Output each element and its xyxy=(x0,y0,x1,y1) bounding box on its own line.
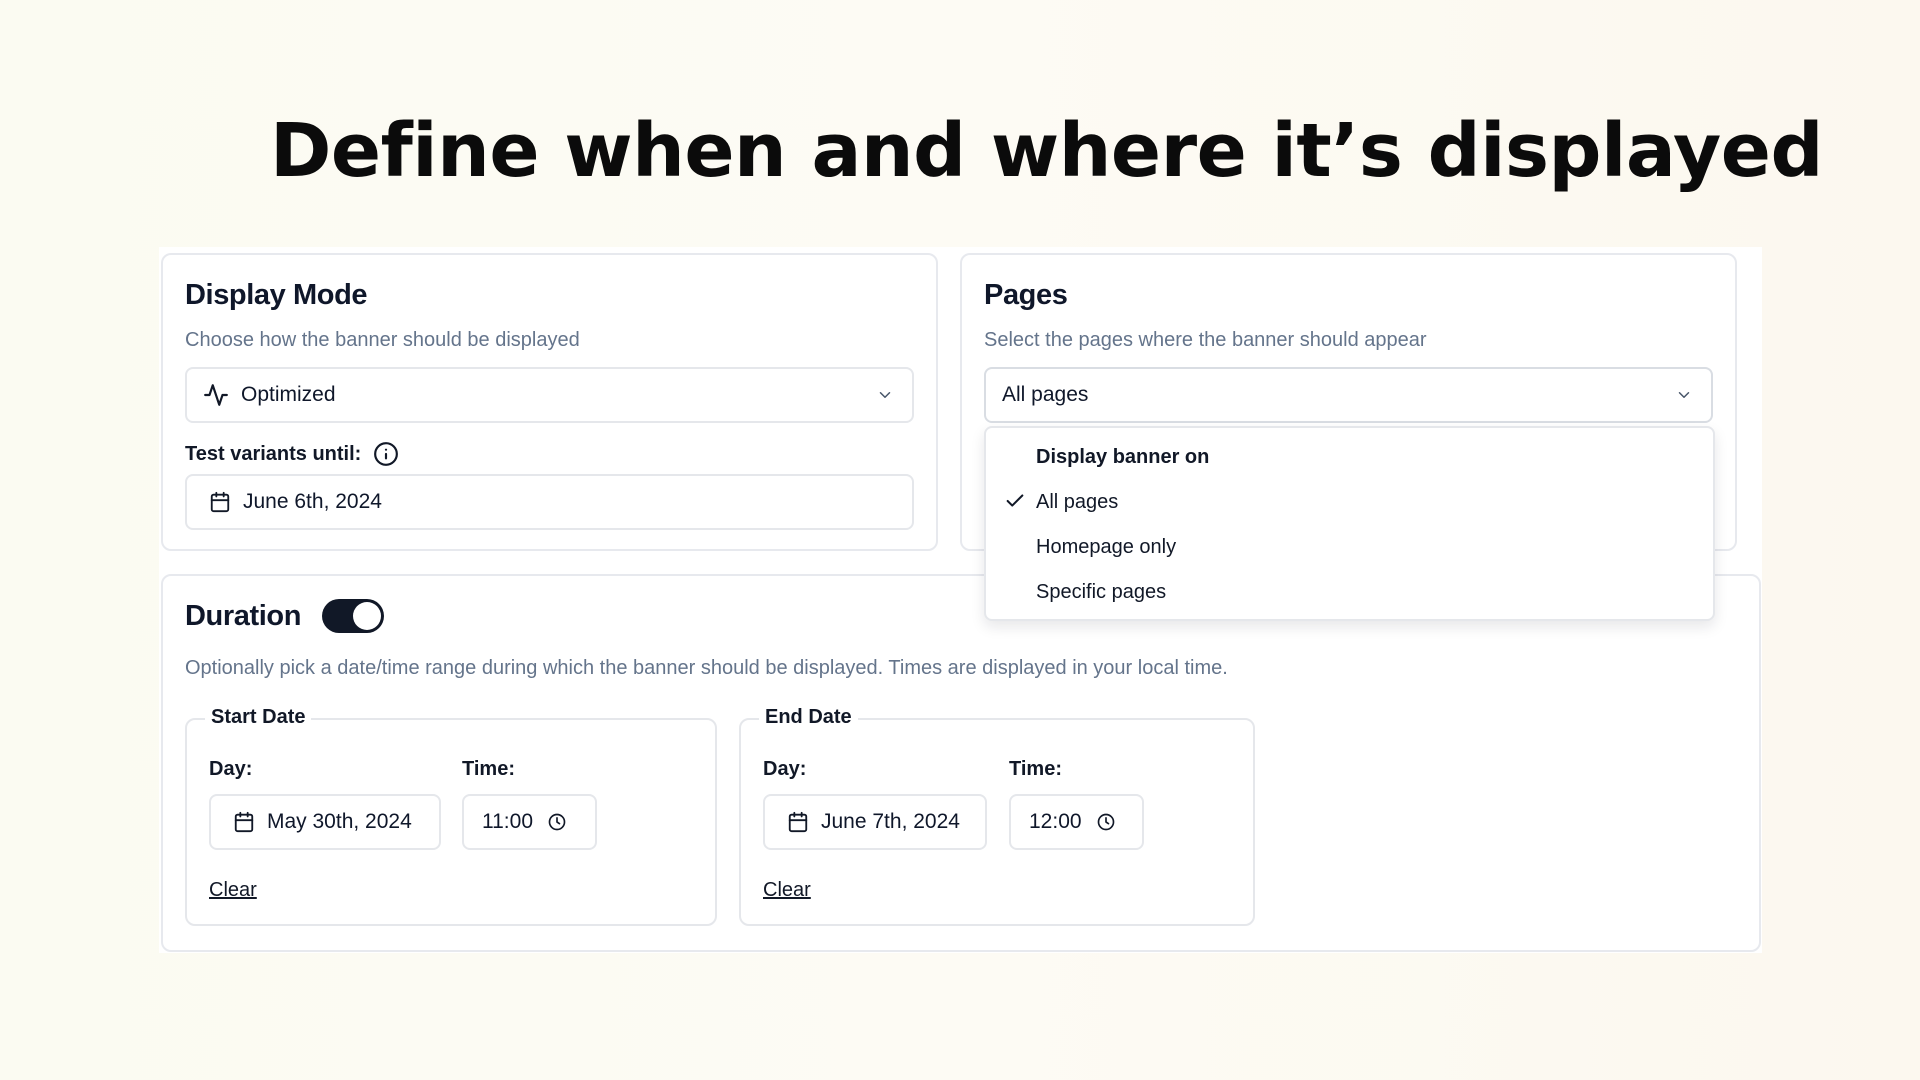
menu-option-label: All pages xyxy=(1036,491,1119,513)
activity-pulse-icon xyxy=(203,382,229,408)
calendar-icon xyxy=(233,811,255,833)
end-date-group: End Date Day: Time: June 7th, 2024 12:00… xyxy=(739,706,1255,926)
menu-option-homepage-only[interactable]: Homepage only xyxy=(986,535,1713,565)
duration-toggle[interactable] xyxy=(322,599,384,633)
menu-heading: Display banner on xyxy=(1036,446,1210,468)
page-headline: Define when and where it’s displayed xyxy=(270,108,1823,194)
menu-option-label: Specific pages xyxy=(1036,581,1167,603)
test-variants-date-picker[interactable]: June 6th, 2024 xyxy=(185,474,914,530)
start-time-label: Time: xyxy=(462,758,515,780)
pages-dropdown-menu: Display banner on All pages Homepage onl… xyxy=(984,426,1715,621)
display-mode-title: Display Mode xyxy=(185,279,368,311)
display-mode-select[interactable]: Optimized xyxy=(185,367,914,423)
start-date-group: Start Date Day: Time: May 30th, 2024 11:… xyxy=(185,706,717,926)
end-clear-link[interactable]: Clear xyxy=(763,879,811,902)
pages-title: Pages xyxy=(984,279,1068,311)
end-day-label: Day: xyxy=(763,758,807,780)
menu-option-label: Homepage only xyxy=(1036,536,1177,558)
duration-description: Optionally pick a date/time range during… xyxy=(185,657,1228,679)
start-date-legend: Start Date xyxy=(205,706,312,729)
display-mode-description: Choose how the banner should be displaye… xyxy=(185,329,580,351)
start-time-value: 11:00 xyxy=(482,810,533,833)
menu-option-all-pages[interactable]: All pages xyxy=(986,490,1713,520)
pages-select[interactable]: All pages xyxy=(984,367,1713,423)
chevron-down-icon xyxy=(1675,386,1693,404)
display-mode-value: Optimized xyxy=(241,383,336,406)
end-date-legend: End Date xyxy=(759,706,858,729)
menu-option-specific-pages[interactable]: Specific pages xyxy=(986,580,1713,610)
check-icon xyxy=(1004,490,1026,512)
calendar-icon xyxy=(787,811,809,833)
end-time-value: 12:00 xyxy=(1029,810,1082,833)
start-day-value: May 30th, 2024 xyxy=(267,810,412,833)
pages-description: Select the pages where the banner should… xyxy=(984,329,1427,351)
start-time-input[interactable]: 11:00 xyxy=(462,794,597,850)
end-day-value: June 7th, 2024 xyxy=(821,810,960,833)
calendar-icon xyxy=(209,491,231,513)
clock-icon xyxy=(547,812,567,832)
start-day-label: Day: xyxy=(209,758,253,780)
toggle-knob xyxy=(353,602,381,630)
start-clear-link[interactable]: Clear xyxy=(209,879,257,902)
clock-icon xyxy=(1096,812,1116,832)
duration-title: Duration xyxy=(185,600,302,632)
end-time-label: Time: xyxy=(1009,758,1062,780)
test-variants-label: Test variants until: xyxy=(185,441,399,467)
chevron-down-icon xyxy=(876,386,894,404)
end-time-input[interactable]: 12:00 xyxy=(1009,794,1144,850)
start-day-picker[interactable]: May 30th, 2024 xyxy=(209,794,441,850)
pages-select-value: All pages xyxy=(1002,383,1089,406)
display-mode-card: Display Mode Choose how the banner shoul… xyxy=(161,253,938,551)
info-icon[interactable] xyxy=(373,441,399,467)
test-variants-label-text: Test variants until: xyxy=(185,442,362,465)
duration-card: Duration Optionally pick a date/time ran… xyxy=(161,574,1761,952)
end-day-picker[interactable]: June 7th, 2024 xyxy=(763,794,987,850)
test-variants-date-value: June 6th, 2024 xyxy=(243,490,382,513)
